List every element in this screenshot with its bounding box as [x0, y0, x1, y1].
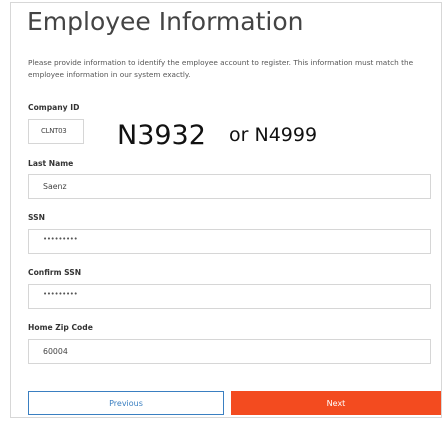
previous-button[interactable]: Previous	[28, 391, 224, 415]
confirm-ssn-label: Confirm SSN	[28, 268, 82, 277]
confirm-ssn-masked-value: •••••••••	[43, 290, 78, 298]
handwritten-annotation-primary: N3932	[117, 120, 206, 151]
handwritten-annotation-secondary: or N4999	[229, 124, 318, 146]
company-id-value: CLNT03	[41, 127, 67, 135]
last-name-field[interactable]: Saenz	[28, 174, 431, 199]
page-description: Please provide information to identify t…	[28, 58, 414, 79]
home-zip-field[interactable]: 60004	[28, 339, 431, 364]
home-zip-label: Home Zip Code	[28, 323, 93, 332]
ssn-field[interactable]: •••••••••	[28, 229, 431, 254]
page-title: Employee Information	[27, 7, 304, 36]
next-button[interactable]: Next	[231, 391, 441, 415]
home-zip-value: 60004	[43, 347, 68, 356]
company-id-field[interactable]: CLNT03	[28, 119, 84, 144]
last-name-value: Saenz	[43, 182, 67, 191]
company-id-label: Company ID	[28, 103, 80, 112]
employee-info-panel: Employee Information Please provide info…	[10, 2, 442, 418]
navigation-buttons: Previous Next	[28, 391, 441, 415]
ssn-label: SSN	[28, 213, 45, 222]
confirm-ssn-field[interactable]: •••••••••	[28, 284, 431, 309]
last-name-label: Last Name	[28, 159, 74, 168]
ssn-masked-value: •••••••••	[43, 235, 78, 243]
